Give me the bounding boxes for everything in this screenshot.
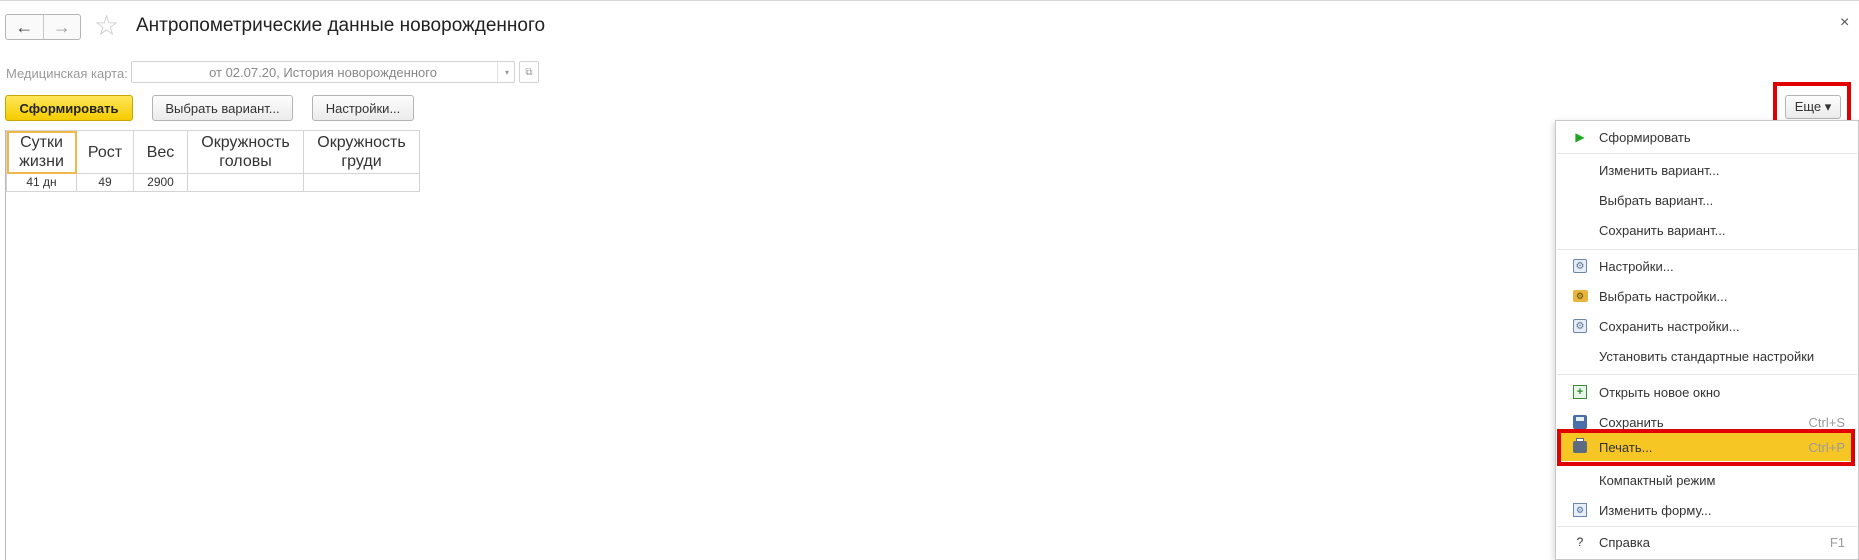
menu-item-label: Выбрать настройки...: [1599, 288, 1728, 304]
new-window-icon: +: [1573, 385, 1587, 399]
menu-item-new-window[interactable]: + Открыть новое окно: [1557, 378, 1855, 406]
column-header-chest-circumference[interactable]: Окружность груди: [303, 130, 420, 174]
menu-item-label: Справка: [1599, 534, 1650, 550]
column-header-head-circumference[interactable]: Окружность головы: [187, 130, 304, 174]
menu-item-label: Установить стандартные настройки: [1599, 348, 1815, 364]
menu-item-help[interactable]: ? Справка F1: [1557, 528, 1855, 556]
generate-button[interactable]: Сформировать: [5, 95, 133, 121]
menu-item-settings[interactable]: ⚙ Настройки...: [1557, 252, 1855, 280]
menu-item-change-form[interactable]: ⚙ Изменить форму...: [1557, 496, 1855, 524]
medical-card-label: Медицинская карта:: [6, 66, 128, 81]
report-left-border: [5, 130, 6, 560]
back-icon[interactable]: ←: [6, 15, 43, 39]
form-icon: ⚙: [1573, 503, 1587, 517]
medical-card-input[interactable]: от 02.07.20, История новорожденного: [131, 61, 515, 83]
table-header-row: Сутки жизни Рост Вес Окружность головы О…: [6, 130, 420, 174]
menu-item-save-settings[interactable]: ⚙ Сохранить настройки...: [1557, 312, 1855, 340]
menu-separator: [1557, 249, 1857, 250]
menu-item-label: Сформировать: [1599, 129, 1691, 145]
menu-separator: [1557, 153, 1857, 154]
menu-item-label: Открыть новое окно: [1599, 384, 1721, 400]
menu-item-choose-variant[interactable]: Выбрать вариант...: [1557, 186, 1855, 214]
folder-settings-icon: ⚙: [1572, 290, 1588, 302]
settings-button[interactable]: Настройки...: [312, 95, 414, 121]
table-cell[interactable]: [187, 173, 304, 192]
menu-item-label: Изменить вариант...: [1599, 162, 1720, 178]
menu-item-label: Настройки...: [1599, 258, 1674, 274]
menu-separator: [1557, 526, 1857, 527]
close-icon[interactable]: ×: [1840, 14, 1849, 32]
menu-item-generate[interactable]: ▶ Сформировать: [1557, 123, 1855, 151]
play-icon: ▶: [1575, 130, 1585, 144]
report-table: Сутки жизни Рост Вес Окружность головы О…: [6, 130, 420, 192]
favorite-icon[interactable]: ☆: [94, 12, 119, 40]
help-icon: ?: [1576, 535, 1584, 549]
menu-item-default-settings[interactable]: Установить стандартные настройки: [1557, 342, 1855, 370]
menu-item-label: Выбрать вариант...: [1599, 192, 1714, 208]
menu-item-save-variant[interactable]: Сохранить вариант...: [1557, 216, 1855, 244]
menu-item-shortcut: Ctrl+S: [1808, 414, 1845, 430]
menu-item-label: Сохранить настройки...: [1599, 318, 1740, 334]
medical-card-value: от 02.07.20, История новорожденного: [209, 64, 437, 80]
forward-icon[interactable]: →: [42, 15, 81, 39]
choose-variant-button[interactable]: Выбрать вариант...: [152, 95, 293, 121]
table-row: 41 дн 49 2900: [6, 173, 420, 192]
table-cell[interactable]: 41 дн: [6, 173, 77, 192]
menu-item-change-variant[interactable]: Изменить вариант...: [1557, 156, 1855, 184]
menu-item-label: Сохранить вариант...: [1599, 222, 1726, 238]
settings-icon: ⚙: [1573, 259, 1587, 273]
nav-buttons: ← →: [5, 14, 81, 40]
save-settings-icon: ⚙: [1573, 319, 1587, 333]
table-cell[interactable]: [303, 173, 420, 192]
menu-item-compact-mode[interactable]: Компактный режим: [1557, 466, 1855, 494]
open-icon[interactable]: ⧉: [519, 61, 539, 83]
table-cell[interactable]: 49: [76, 173, 134, 192]
column-header-weight[interactable]: Вес: [133, 130, 188, 174]
menu-item-label: Компактный режим: [1599, 472, 1716, 488]
save-icon: [1573, 415, 1587, 429]
menu-separator: [1557, 374, 1857, 375]
menu-item-label: Изменить форму...: [1599, 502, 1712, 518]
table-cell[interactable]: 2900: [133, 173, 188, 192]
print-item-highlight: [1557, 429, 1855, 466]
menu-item-shortcut: F1: [1829, 534, 1845, 550]
column-header-height[interactable]: Рост: [76, 130, 134, 174]
top-divider: [0, 0, 1859, 1]
menu-item-choose-settings[interactable]: ⚙ Выбрать настройки...: [1557, 282, 1855, 310]
chevron-down-icon[interactable]: ▾: [497, 62, 516, 82]
column-header-day[interactable]: Сутки жизни: [6, 130, 77, 174]
menu-item-label: Сохранить: [1599, 414, 1664, 430]
page-title: Антропометрические данные новорожденного: [136, 15, 546, 36]
